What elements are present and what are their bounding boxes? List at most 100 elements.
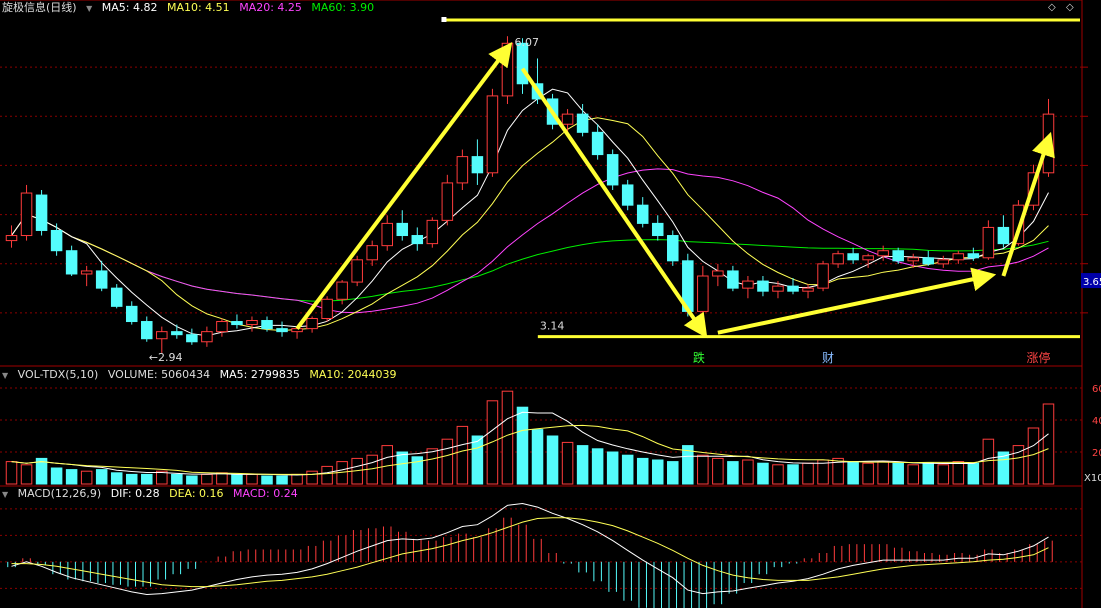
volume-bar: [426, 448, 439, 485]
candle-body: [351, 259, 363, 283]
volume-bar: [561, 441, 574, 485]
volume-bar: [907, 464, 919, 485]
candle-body: [727, 270, 739, 289]
volume-bar: [982, 438, 995, 485]
candle-body: [516, 42, 529, 85]
vol-tick-label: 40: [1092, 416, 1101, 427]
candle-body: [877, 250, 889, 257]
rise-arrow: [295, 41, 513, 330]
event-marker-die: 跌: [693, 350, 705, 365]
volume-bar: [952, 461, 965, 485]
dropdown-triangle-icon[interactable]: ▼: [86, 4, 92, 13]
candle-body: [862, 255, 874, 261]
candle-body: [125, 305, 138, 323]
candle-body: [381, 222, 393, 247]
candle-body: [291, 328, 303, 333]
diamond-icon[interactable]: ◇: [1048, 2, 1056, 13]
candle-body: [306, 317, 318, 330]
candle-body: [50, 229, 63, 252]
candle-body: [621, 184, 634, 206]
volume-bar: [742, 459, 754, 485]
volume-bar: [1027, 427, 1040, 485]
ma60-value: MA60: 3.90: [311, 1, 375, 14]
volume-bar: [261, 475, 273, 485]
candle-body: [110, 287, 123, 307]
volume-bar: [727, 461, 739, 485]
candle-body: [561, 113, 574, 125]
current-price-label: 3.65: [1083, 277, 1101, 288]
volume-bar: [802, 462, 814, 485]
macd-title: MACD(12,26,9): [17, 487, 102, 500]
volume-bar: [697, 454, 709, 485]
volume-bar: [441, 438, 454, 485]
limit-up-arrow: [1001, 131, 1055, 277]
volume-bar: [712, 457, 724, 485]
vol-tick-label: 60: [1092, 384, 1101, 395]
volume-bar: [516, 406, 529, 485]
volume-bar: [922, 462, 935, 485]
ma10-line: [11, 117, 1049, 332]
macd-value: MACD: 0.24: [233, 487, 298, 500]
dif-value: DIF: 0.28: [110, 487, 160, 500]
candle-body: [366, 245, 378, 261]
dropdown-triangle-icon[interactable]: ▼: [2, 371, 8, 380]
volume-bar: [65, 469, 78, 485]
stock-title: 旋极信息(日线): [2, 1, 77, 14]
candle-body: [426, 219, 439, 245]
support-price-label: 3.14: [540, 320, 565, 333]
volume-bar: [125, 473, 138, 485]
dropdown-triangle-icon[interactable]: ▼: [2, 490, 8, 499]
candle-body: [712, 270, 724, 277]
volume-bar: [892, 462, 904, 485]
candle-body: [216, 321, 228, 333]
candle-body: [802, 287, 814, 292]
close-icon[interactable]: ◇: [1066, 2, 1074, 13]
volume-bar: [381, 445, 393, 485]
volume-bar: [171, 473, 183, 485]
candle-body: [892, 250, 904, 262]
candle-body: [261, 320, 273, 330]
volume-bar: [141, 473, 153, 485]
candle-body: [35, 194, 48, 231]
volume-bar: [862, 462, 874, 485]
volume-bar: [967, 462, 980, 485]
candle-body: [757, 280, 769, 292]
volume-bar: [216, 472, 228, 485]
candle-body: [636, 204, 649, 224]
candle-body: [396, 222, 409, 237]
volume-bar: [231, 473, 243, 485]
candle-body: [832, 253, 844, 265]
dif-line: [11, 502, 1049, 596]
main-header: 旋极信息(日线) ▼ MA5: 4.82 MA10: 4.51 MA20: 4.…: [2, 1, 380, 15]
candle-body: [95, 270, 108, 289]
candle-body: [606, 154, 619, 186]
candle-body: [65, 250, 78, 275]
volume-bar: [667, 461, 679, 485]
dea-line: [11, 517, 1049, 588]
volume-bar: [20, 464, 33, 485]
candle-body: [787, 285, 799, 292]
kline-chart[interactable]: 60 40 20 X10 6.07 ←2.94 3.14 跌 财 涨停 3.65: [0, 0, 1101, 608]
candle-body: [967, 253, 980, 259]
volume-bar: [772, 464, 784, 485]
volume-bar: [546, 435, 559, 485]
candle-body: [817, 263, 829, 289]
vol-unit-label: X10: [1084, 473, 1101, 484]
volume-bar: [110, 472, 123, 485]
candle-body: [171, 331, 183, 336]
volume-bar: [621, 454, 634, 485]
volume-bar: [201, 473, 213, 485]
volume-bar: [937, 464, 950, 485]
vol-ma5-value: MA5: 2799835: [219, 368, 300, 381]
volume-bar: [246, 473, 258, 485]
candle-body: [5, 235, 18, 242]
event-marker-cai: 财: [822, 351, 834, 365]
volume-bar: [80, 470, 93, 485]
candle-body: [576, 113, 589, 133]
ma10-value: MA10: 4.51: [166, 1, 230, 14]
volume-bar: [847, 461, 859, 485]
volume-bar: [50, 467, 63, 485]
event-marker-zhangting: 涨停: [1026, 350, 1050, 365]
candle-body: [411, 235, 424, 245]
volume-bar: [291, 473, 303, 485]
